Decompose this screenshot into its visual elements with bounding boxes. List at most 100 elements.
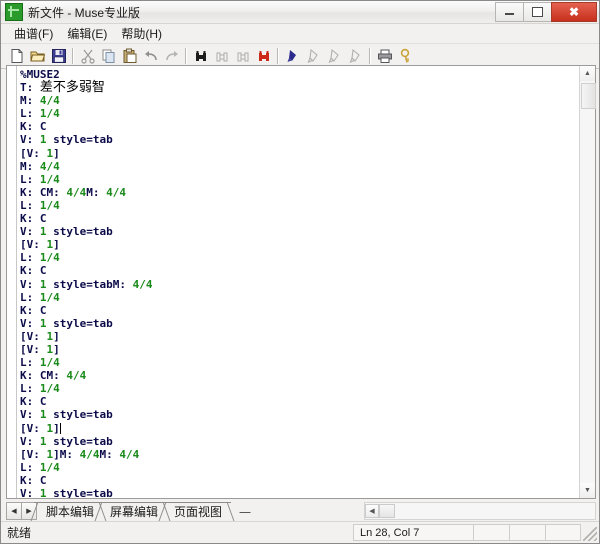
code-token: 1 [40,225,47,238]
code-line: K: C [20,264,579,277]
scroll-up-button[interactable]: ▲ [580,66,595,81]
save-button[interactable] [48,46,69,67]
code-token: [V: [20,343,47,356]
code-line: L: 1/4 [20,461,579,474]
editor-vertical-scrollbar[interactable]: ▲ ▼ [579,66,595,498]
code-text-area[interactable]: %MUSE2T: 差不多弱智M: 4/4L: 1/4K: CV: 1 style… [17,66,579,498]
code-token: 1/4 [40,356,60,369]
menu-edit[interactable]: 编辑(E) [60,24,114,43]
code-line: [V: 1] [20,147,579,160]
help-key-icon [398,48,414,64]
minimize-button[interactable] [495,2,524,22]
new-file-button[interactable] [6,46,27,67]
find-prev-button[interactable] [211,46,232,67]
redo-arrow-icon [164,48,180,64]
code-line: T: 差不多弱智 [20,81,579,94]
scroll-down-button[interactable]: ▼ [580,483,595,498]
code-token: [V: [20,147,47,160]
code-token: M: [20,94,40,107]
code-token: ] [53,330,60,343]
code-token: K: [20,304,40,317]
next-mark-button[interactable] [345,46,366,67]
view-tab-strip: ◀ ▶ 脚本编辑 屏幕编辑 页面视图 一 ◀ [6,501,596,521]
code-token: CM: [40,369,67,382]
hscroll-thumb[interactable] [379,504,395,518]
code-line: V: 1 style=tab [20,408,579,421]
code-token: M: [20,160,40,173]
status-cell-1 [473,524,509,541]
code-line: V: 1 style=tabM: 4/4 [20,278,579,291]
editor-gutter [7,66,17,498]
open-file-button[interactable] [27,46,48,67]
menu-score[interactable]: 曲谱(F) [7,24,60,43]
code-line: M: 4/4 [20,94,579,107]
clear-mark-button[interactable] [303,46,324,67]
code-token: [V: [20,330,47,343]
code-token: 4/4 [80,448,100,461]
minimize-icon [505,10,514,15]
code-token: L: [20,199,40,212]
copy-button[interactable] [98,46,119,67]
code-token: K: [20,474,40,487]
menu-help[interactable]: 帮助(H) [114,24,169,43]
code-token: style=tab [47,408,113,421]
code-token: V: [20,487,40,498]
status-ready-text: 就绪 [1,524,31,541]
redo-button[interactable] [161,46,182,67]
code-token: 1/4 [40,107,60,120]
tab-script-edit[interactable]: 脚本编辑 [34,502,103,521]
code-line: L: 1/4 [20,107,579,120]
code-token: 1/4 [40,173,60,186]
tab-scroll-left-button[interactable]: ◀ [6,502,22,520]
status-cell-2 [509,524,545,541]
code-line: K: C [20,212,579,225]
code-token: L: [20,356,40,369]
code-token: style=tab [47,225,113,238]
find-button[interactable] [190,46,211,67]
close-button[interactable]: ✖ [551,2,597,22]
find-next-button[interactable] [232,46,253,67]
code-line: L: 1/4 [20,173,579,186]
prev-mark-button[interactable] [324,46,345,67]
maximize-button[interactable] [523,2,552,22]
close-icon: ✖ [569,6,579,18]
toolbar-separator-3 [277,48,279,64]
code-line: K: C [20,474,579,487]
paste-button[interactable] [119,46,140,67]
binoculars-find-icon [193,48,209,64]
print-button[interactable] [374,46,395,67]
code-token: C [40,264,47,277]
code-token: 1 [40,487,47,498]
tab-page-view[interactable]: 页面视图 [162,502,231,521]
code-token: 1/4 [40,382,60,395]
mark-button[interactable] [282,46,303,67]
code-token: M: [86,186,106,199]
hscroll-left-button[interactable]: ◀ [365,504,379,518]
tab-screen-edit[interactable]: 屏幕编辑 [98,502,167,521]
editor-horizontal-scrollbar[interactable]: ◀ [364,502,596,520]
code-token: 1/4 [40,461,60,474]
code-token: 4/4 [66,369,86,382]
code-token: 差不多弱智 [40,80,105,95]
code-token: V: [20,317,40,330]
undo-button[interactable] [140,46,161,67]
code-token: style=tab [47,487,113,498]
scroll-thumb[interactable] [581,83,596,109]
code-token: L: [20,173,40,186]
resize-grip[interactable] [583,527,597,541]
text-caret [60,423,61,434]
code-line: [V: 1] [20,343,579,356]
code-token: K: [20,120,40,133]
code-line: K: C [20,395,579,408]
toolbar-separator-4 [369,48,371,64]
code-token: ]M: [53,448,80,461]
cut-button[interactable] [77,46,98,67]
printer-icon [377,48,393,64]
help-button[interactable] [395,46,416,67]
code-token: [V: [20,448,47,461]
toolbar-separator-1 [72,48,74,64]
code-token: 4/4 [119,448,139,461]
code-token: 4/4 [40,160,60,173]
replace-button[interactable] [253,46,274,67]
code-line: V: 1 style=tab [20,133,579,146]
